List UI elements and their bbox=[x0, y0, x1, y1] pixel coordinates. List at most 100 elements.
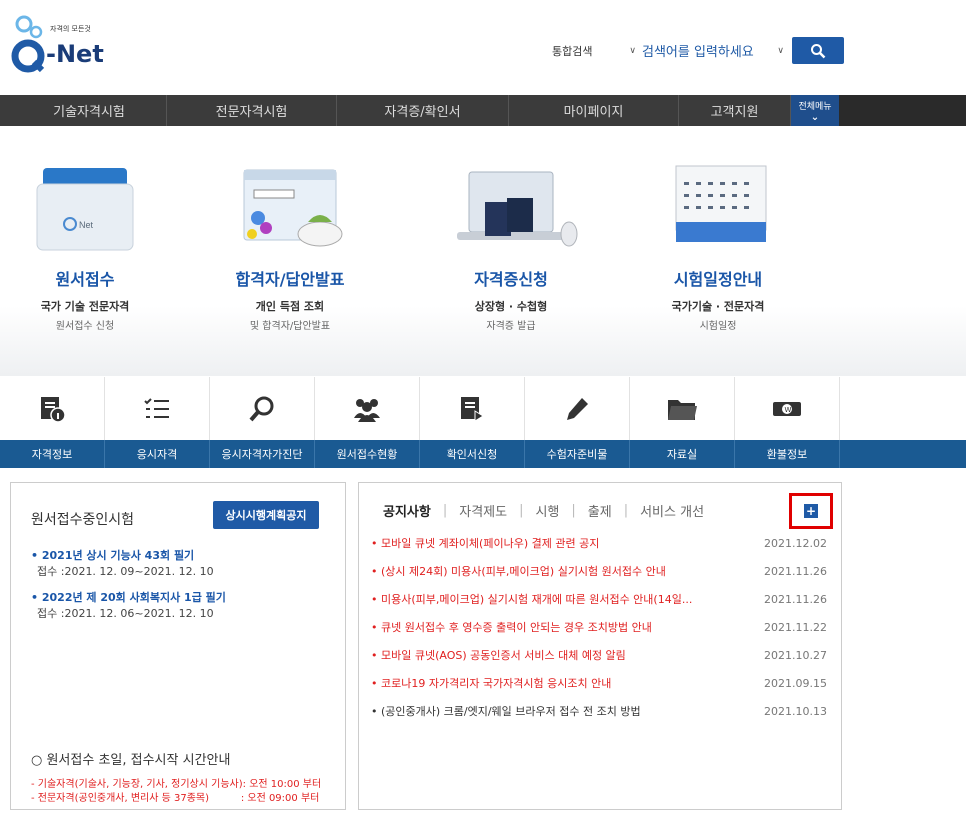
tab-notice[interactable]: 공지사항 bbox=[381, 501, 433, 520]
quick-title: 합격자/답안발표 bbox=[235, 270, 345, 289]
icon-menu-supplies[interactable] bbox=[525, 377, 630, 440]
nav-item-pro-exam[interactable]: 전문자격시험 bbox=[167, 95, 337, 126]
tab-divider: | bbox=[623, 503, 629, 518]
search-button[interactable] bbox=[792, 37, 844, 64]
exam-period: 접수 :2021. 12. 09~2021. 12. 10 bbox=[37, 565, 214, 578]
svg-text:W: W bbox=[785, 406, 792, 414]
search-icon bbox=[811, 43, 826, 58]
search-input[interactable]: 검색어를 입력하세요 ∨ bbox=[640, 38, 788, 64]
label-application-status[interactable]: 원서접수현황 bbox=[315, 440, 420, 468]
notice-title: • 미용사(피부,메이크업) 실기시험 재개에 따른 원서접수 안내(14일..… bbox=[371, 593, 693, 606]
label-qual-info[interactable]: 자격정보 bbox=[0, 440, 105, 468]
label-supplies[interactable]: 수험자준비물 bbox=[525, 440, 630, 468]
notice-title: • (공인중개사) 크롬/엣지/웨일 브라우저 접수 전 조치 방법 bbox=[371, 705, 641, 718]
quick-sub2: 시험일정 bbox=[699, 321, 737, 332]
notice-date: 2021.10.13 bbox=[764, 704, 827, 718]
exam-period: 접수 :2021. 12. 06~2021. 12. 10 bbox=[37, 607, 214, 620]
all-menu-label: 전체메뉴 bbox=[798, 101, 832, 112]
tab-divider: | bbox=[571, 503, 576, 518]
quick-application[interactable]: Net 원서접수 국가 기술 전문자격 원서접수 신청 bbox=[0, 126, 185, 332]
quick-links: Net 원서접수 국가 기술 전문자격 원서접수 신청 합격자/답안발표 개인 … bbox=[0, 126, 966, 376]
icon-menu-application-status[interactable] bbox=[315, 377, 420, 440]
label-refund[interactable]: 환불정보 bbox=[735, 440, 840, 468]
laptop-illustration bbox=[411, 126, 611, 266]
quick-sub1: 개인 득점 조회 bbox=[255, 300, 325, 313]
nav-filler bbox=[839, 95, 966, 126]
all-menu-button[interactable]: 전체메뉴 ⌄ bbox=[791, 95, 839, 126]
quick-sub1: 국가기술 · 전문자격 bbox=[671, 300, 765, 313]
label-confirmation[interactable]: 확인서신청 bbox=[420, 440, 525, 468]
regular-plan-button[interactable]: 상시시행계획공지 bbox=[213, 501, 319, 529]
search-scope-label: 통합검색 bbox=[552, 44, 593, 58]
folder-illustration: Net bbox=[0, 126, 185, 266]
notice-date: 2021.11.26 bbox=[764, 592, 827, 606]
chevron-down-icon: ∨ bbox=[777, 45, 784, 56]
quick-sub2: 원서접수 신청 bbox=[55, 321, 115, 332]
nav-item-tech-exam[interactable]: 기술자격시험 bbox=[12, 95, 167, 126]
notice-row[interactable]: • (상시 제24회) 미용사(피부,메이크업) 실기시험 원서접수 안내 20… bbox=[371, 561, 827, 581]
tab-system[interactable]: 자격제도 bbox=[457, 501, 509, 520]
tab-service[interactable]: 서비스 개선 bbox=[638, 501, 706, 520]
exam-title: • 2021년 상시 기능사 43회 필기 bbox=[31, 549, 195, 562]
qnet-logo[interactable]: 자격의 모든것 -Net bbox=[6, 12, 116, 74]
quick-schedule[interactable]: 시험일정안내 국가기술 · 전문자격 시험일정 bbox=[618, 126, 818, 332]
quick-sub1: 국가 기술 전문자격 bbox=[40, 300, 130, 313]
tab-divider: | bbox=[442, 503, 448, 518]
logo-brand: -Net bbox=[46, 40, 104, 68]
browser-illustration bbox=[190, 126, 390, 266]
logo-tagline: 자격의 모든것 bbox=[50, 25, 91, 33]
more-button[interactable]: + bbox=[789, 493, 833, 529]
quick-sub1: 상장형 · 수첩형 bbox=[474, 300, 548, 313]
icon-menu-qual-info[interactable] bbox=[0, 377, 105, 440]
notice-row[interactable]: • 모바일 큐넷 계좌이체(페이나우) 결제 관련 공지 2021.12.02 bbox=[371, 533, 827, 553]
search-placeholder: 검색어를 입력하세요 bbox=[642, 45, 754, 60]
notice-title: • 모바일 큐넷 계좌이체(페이나우) 결제 관련 공지 bbox=[371, 537, 600, 550]
label-archive[interactable]: 자료실 bbox=[630, 440, 735, 468]
global-nav: 기술자격시험 전문자격시험 자격증/확인서 마이페이지 고객지원 전체메뉴 ⌄ bbox=[0, 95, 966, 126]
quick-title: 시험일정안내 bbox=[673, 270, 763, 289]
nav-item-certificate[interactable]: 자격증/확인서 bbox=[337, 95, 509, 126]
label-filler bbox=[840, 440, 966, 468]
icon-menu-filler bbox=[840, 377, 966, 440]
folder-icon bbox=[668, 399, 697, 420]
notice-date: 2021.10.27 bbox=[764, 648, 827, 662]
icon-menu-self-check[interactable] bbox=[210, 377, 315, 440]
icon-menu-archive[interactable] bbox=[630, 377, 735, 440]
svg-text:Net: Net bbox=[79, 220, 94, 230]
icon-menu-confirmation[interactable] bbox=[420, 377, 525, 440]
notice-title: • 모바일 큐넷(AOS) 공동인증서 서비스 대체 예정 알림 bbox=[371, 649, 626, 662]
notice-row[interactable]: • 코로나19 자가격리자 국가자격시험 응시조치 안내 2021.09.15 bbox=[371, 673, 827, 693]
calendar-illustration bbox=[618, 126, 818, 266]
ongoing-exams-panel: 원서접수중인시험 상시시행계획공지 • 2021년 상시 기능사 43회 필기 … bbox=[10, 482, 346, 810]
notice-panel: 공지사항 | 자격제도 | 시행 | 출제 | 서비스 개선 + • 모바일 큐… bbox=[358, 482, 842, 810]
tab-question[interactable]: 출제 bbox=[586, 501, 614, 520]
quick-results[interactable]: 합격자/답안발표 개인 득점 조회 및 합격자/답안발표 bbox=[190, 126, 390, 332]
search-bar: 통합검색 ∨ 검색어를 입력하세요 ∨ bbox=[552, 37, 844, 64]
notice-date: 2021.11.22 bbox=[764, 620, 827, 634]
label-eligibility[interactable]: 응시자격 bbox=[105, 440, 210, 468]
exam-item[interactable]: • 2022년 제 20회 사회복지사 1급 필기 접수 :2021. 12. … bbox=[31, 589, 226, 621]
time-guide-line: - 기술자격(기술사, 기능장, 기사, 정기상시 기능사): 오전 10:00… bbox=[31, 779, 322, 790]
notice-row[interactable]: • 미용사(피부,메이크업) 실기시험 재개에 따른 원서접수 안내(14일..… bbox=[371, 589, 827, 609]
time-guide-title: ○ 원서접수 초일, 접수시작 시간안내 bbox=[31, 753, 231, 768]
icon-menu-eligibility[interactable] bbox=[105, 377, 210, 440]
chevron-down-icon: ⌄ bbox=[810, 111, 820, 123]
nav-item-support[interactable]: 고객지원 bbox=[679, 95, 791, 126]
nav-item-mypage[interactable]: 마이페이지 bbox=[509, 95, 679, 126]
icon-menu-refund[interactable]: W bbox=[735, 377, 840, 440]
notice-row[interactable]: • 큐넷 원서접수 후 영수증 출력이 안되는 경우 조치방법 안내 2021.… bbox=[371, 617, 827, 637]
notice-title: • 큐넷 원서접수 후 영수증 출력이 안되는 경우 조치방법 안내 bbox=[371, 621, 652, 634]
plus-icon: + bbox=[804, 504, 818, 518]
exam-item[interactable]: • 2021년 상시 기능사 43회 필기 접수 :2021. 12. 09~2… bbox=[31, 547, 214, 579]
tab-enforcement[interactable]: 시행 bbox=[533, 501, 561, 520]
notice-row[interactable]: • 모바일 큐넷(AOS) 공동인증서 서비스 대체 예정 알림 2021.10… bbox=[371, 645, 827, 665]
notice-row[interactable]: • (공인중개사) 크롬/엣지/웨일 브라우저 접수 전 조치 방법 2021.… bbox=[371, 701, 827, 721]
exam-title: • 2022년 제 20회 사회복지사 1급 필기 bbox=[31, 591, 226, 604]
checklist-icon bbox=[144, 397, 169, 418]
users-icon bbox=[354, 398, 380, 422]
quick-certificate[interactable]: 자격증신청 상장형 · 수첩형 자격증 발급 bbox=[411, 126, 611, 332]
search-scope-select[interactable]: 통합검색 ∨ bbox=[552, 38, 640, 64]
notice-date: 2021.11.26 bbox=[764, 564, 827, 578]
label-self-check[interactable]: 응시자격자가진단 bbox=[210, 440, 315, 468]
